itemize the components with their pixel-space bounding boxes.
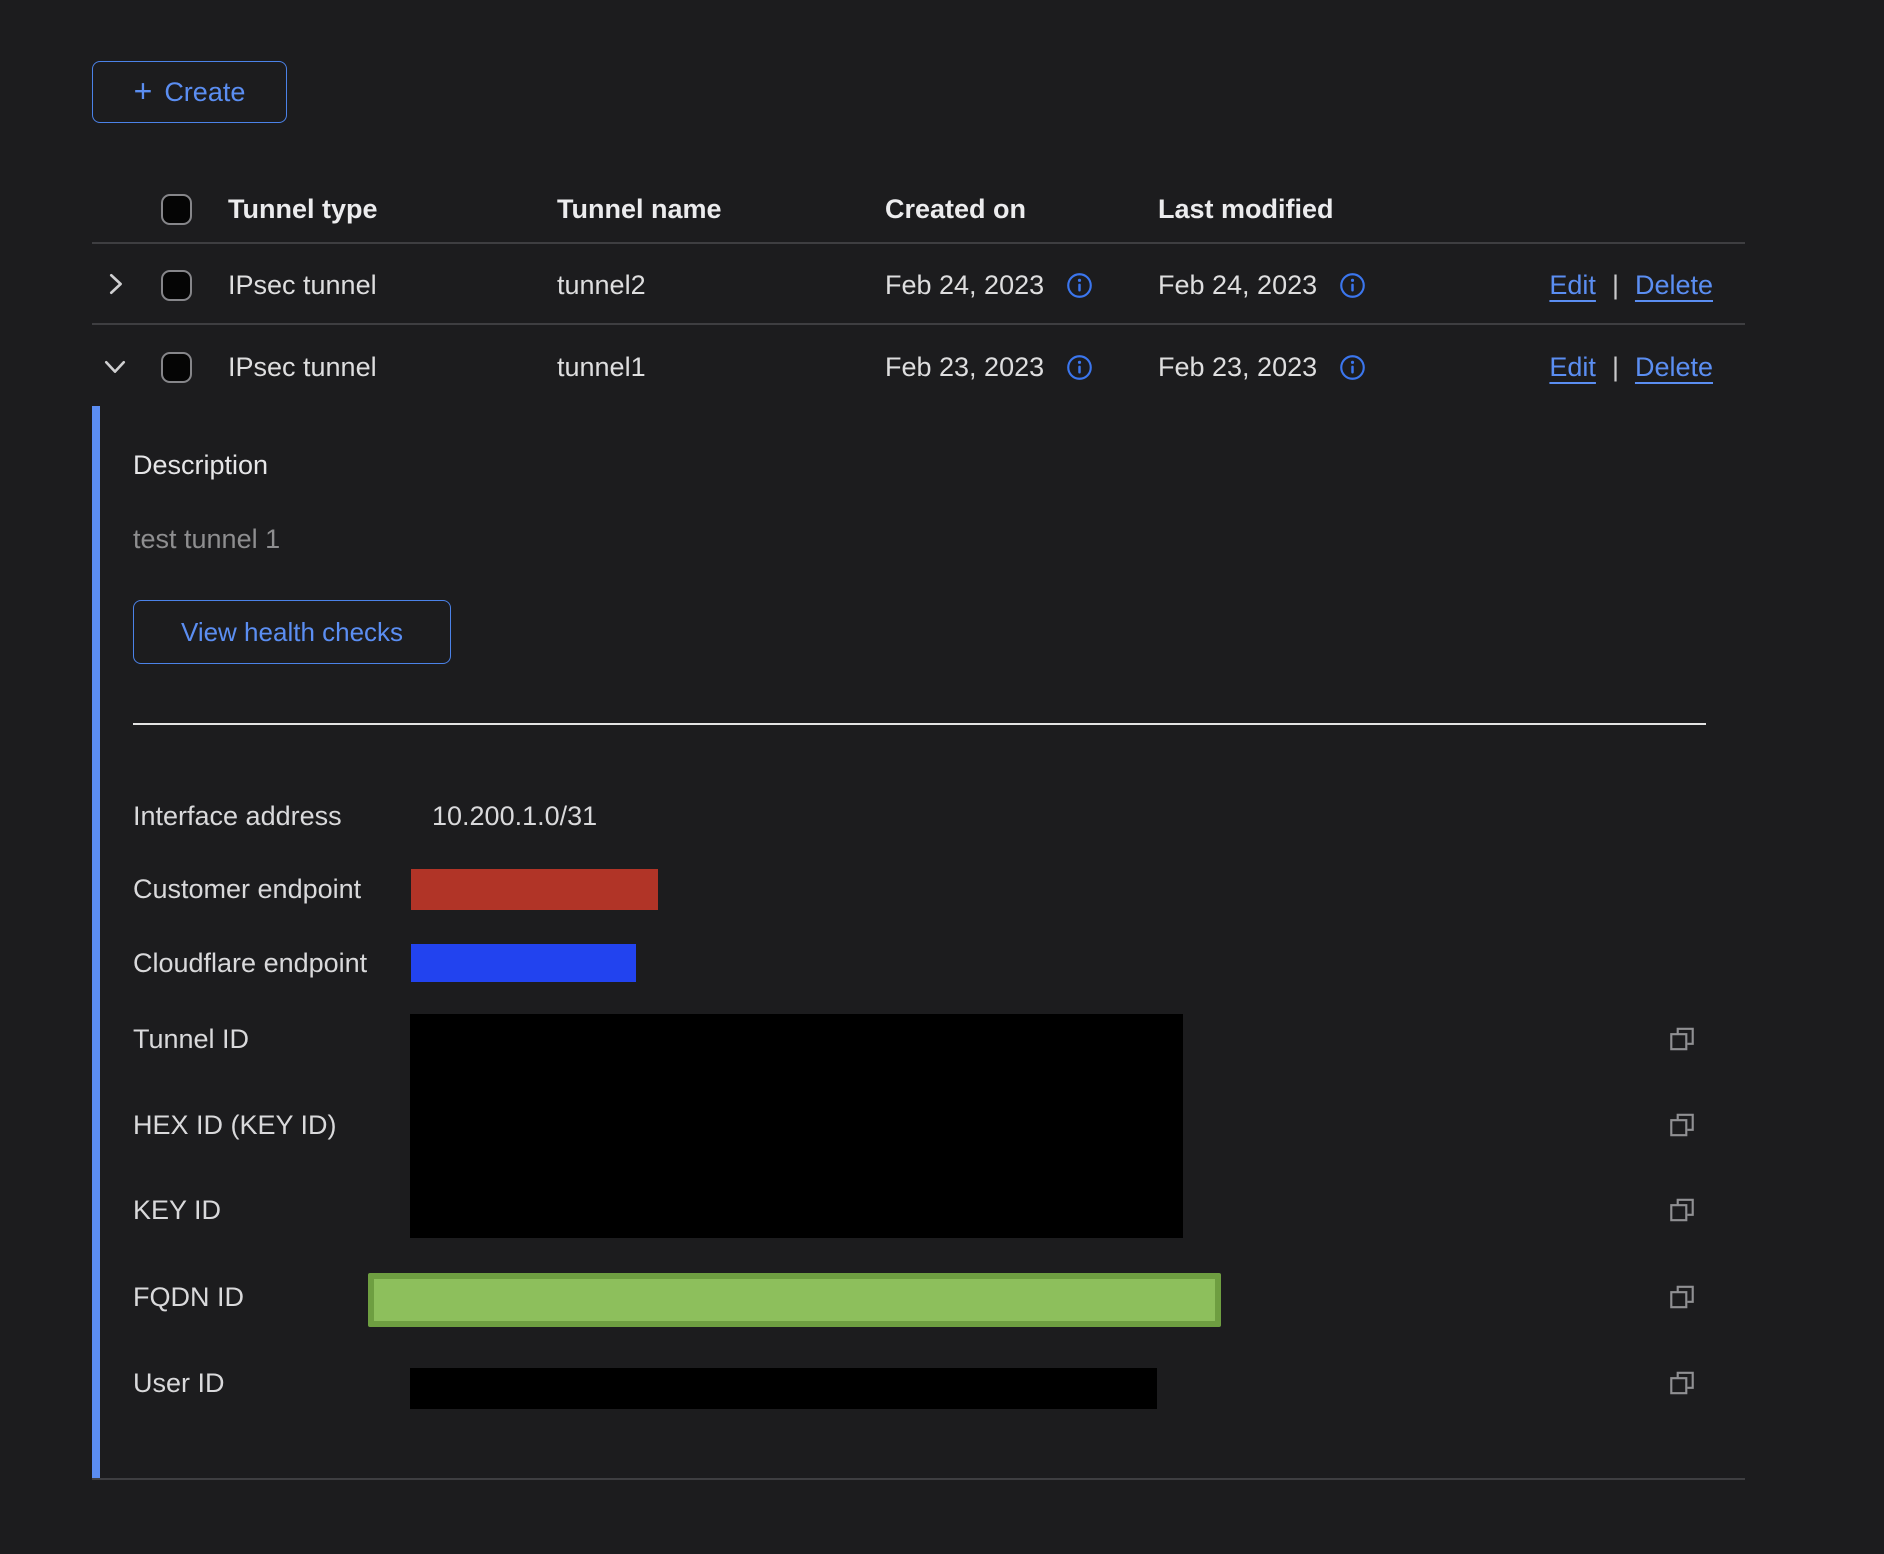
chevron-right-icon: [100, 269, 130, 302]
actions-separator: |: [1612, 352, 1619, 383]
row-divider: [92, 323, 1745, 325]
column-header-tunnel-type: Tunnel type: [228, 189, 378, 229]
tunnel-name-cell: tunnel1: [557, 347, 646, 387]
interface-address-value: 10.200.1.0/31: [432, 796, 597, 836]
copy-fqdn-id-button[interactable]: [1666, 1282, 1698, 1314]
description-value: test tunnel 1: [133, 524, 280, 555]
info-icon[interactable]: [1339, 354, 1366, 381]
hex-id-label: HEX ID (KEY ID): [133, 1105, 337, 1145]
expanded-row-indicator-bar: [92, 406, 100, 1479]
delete-link[interactable]: Delete: [1635, 352, 1713, 383]
created-on-cell: Feb 23, 2023: [885, 347, 1093, 387]
copy-key-id-button[interactable]: [1666, 1195, 1698, 1227]
created-on-date: Feb 23, 2023: [885, 347, 1044, 387]
select-row-checkbox[interactable]: [161, 352, 192, 383]
ipsec-tunnels-page: + Create Tunnel type Tunnel name Created…: [0, 0, 1884, 1554]
create-button[interactable]: + Create: [92, 61, 287, 123]
tunnel-type-cell: IPsec tunnel: [228, 265, 377, 305]
user-id-label: User ID: [133, 1363, 225, 1403]
last-modified-cell: Feb 23, 2023: [1158, 347, 1366, 387]
row-actions: Edit | Delete: [1549, 265, 1713, 305]
copy-icon: [1667, 1282, 1697, 1315]
copy-icon: [1667, 1110, 1697, 1143]
expanded-panel-bottom-divider: [92, 1478, 1745, 1480]
cloudflare-endpoint-label: Cloudflare endpoint: [133, 943, 367, 983]
edit-link[interactable]: Edit: [1549, 352, 1596, 383]
plus-icon: +: [134, 75, 153, 107]
row-actions: Edit | Delete: [1549, 347, 1713, 387]
delete-link[interactable]: Delete: [1635, 270, 1713, 301]
view-health-checks-label: View health checks: [181, 617, 403, 648]
detail-section-divider: [133, 723, 1706, 725]
header-divider: [92, 242, 1745, 244]
tunnel-type-cell: IPsec tunnel: [228, 347, 377, 387]
last-modified-date: Feb 24, 2023: [1158, 265, 1317, 305]
created-on-cell: Feb 24, 2023: [885, 265, 1093, 305]
info-icon[interactable]: [1066, 272, 1093, 299]
created-on-date: Feb 24, 2023: [885, 265, 1044, 305]
fqdn-id-redacted-value: [368, 1273, 1221, 1327]
copy-icon: [1667, 1368, 1697, 1401]
create-button-label: Create: [164, 77, 245, 108]
copy-icon: [1667, 1195, 1697, 1228]
tunnel-id-label: Tunnel ID: [133, 1019, 249, 1059]
info-icon[interactable]: [1066, 354, 1093, 381]
copy-user-id-button[interactable]: [1666, 1368, 1698, 1400]
actions-separator: |: [1612, 270, 1619, 301]
fqdn-id-label: FQDN ID: [133, 1277, 244, 1317]
chevron-down-icon: [100, 351, 130, 384]
copy-hex-id-button[interactable]: [1666, 1110, 1698, 1142]
collapse-row-button[interactable]: [98, 350, 132, 384]
customer-endpoint-label: Customer endpoint: [133, 869, 361, 909]
last-modified-date: Feb 23, 2023: [1158, 347, 1317, 387]
user-id-redacted-value: [410, 1368, 1157, 1409]
view-health-checks-button[interactable]: View health checks: [133, 600, 451, 664]
column-header-last-modified: Last modified: [1158, 189, 1334, 229]
select-all-checkbox[interactable]: [161, 194, 192, 225]
select-row-checkbox[interactable]: [161, 270, 192, 301]
customer-endpoint-redacted-value: [411, 869, 658, 910]
key-id-label: KEY ID: [133, 1190, 221, 1230]
column-header-tunnel-name: Tunnel name: [557, 189, 722, 229]
interface-address-label: Interface address: [133, 796, 342, 836]
expand-row-button[interactable]: [98, 268, 132, 302]
copy-tunnel-id-button[interactable]: [1666, 1024, 1698, 1056]
column-header-created-on: Created on: [885, 189, 1026, 229]
cloudflare-endpoint-redacted-value: [411, 944, 636, 982]
description-label: Description: [133, 450, 268, 481]
tunnel-name-cell: tunnel2: [557, 265, 646, 305]
last-modified-cell: Feb 24, 2023: [1158, 265, 1366, 305]
ids-redacted-value-block: [410, 1014, 1183, 1238]
copy-icon: [1667, 1024, 1697, 1057]
info-icon[interactable]: [1339, 272, 1366, 299]
edit-link[interactable]: Edit: [1549, 270, 1596, 301]
